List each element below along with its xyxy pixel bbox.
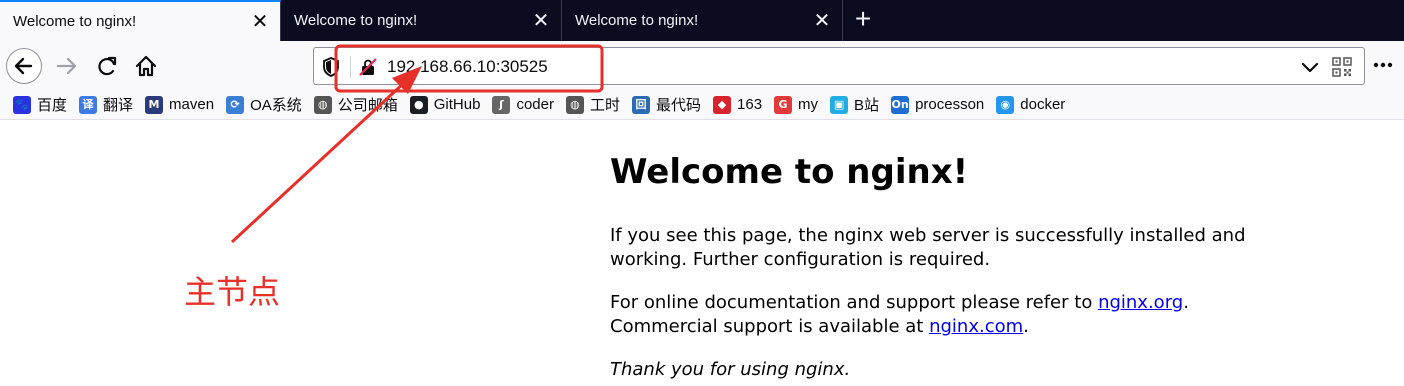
chevron-down-icon[interactable] <box>1300 57 1320 77</box>
bookmark-maven[interactable]: Mmaven <box>145 93 214 117</box>
nginx-com-link[interactable]: nginx.com <box>929 316 1023 337</box>
bookmark-github[interactable]: ● GitHub <box>409 93 481 117</box>
globe-icon: ◍ <box>565 95 584 114</box>
github-icon: ● <box>409 95 428 114</box>
intro-paragraph: If you see this page, the nginx web serv… <box>610 225 1246 270</box>
bookmark-oa[interactable]: ⟳ OA系统 <box>226 93 302 117</box>
navigation-toolbar: 192.168.66.10:30525 <box>0 41 1404 90</box>
new-tab-button[interactable]: + <box>843 0 883 41</box>
bookmark-label: docker <box>1020 96 1066 113</box>
thanks-text: Thank you for using nginx. <box>610 359 851 380</box>
url-text[interactable]: 192.168.66.10:30525 <box>387 56 548 78</box>
translate-icon: 译 <box>79 95 98 114</box>
bookmark-globe[interactable]: ◍ 工时 <box>565 93 620 117</box>
coder-icon: ʃ <box>492 95 511 114</box>
globe-icon: ◍ <box>313 95 332 114</box>
page-heading: Welcome to nginx! <box>610 152 969 192</box>
oa-icon: ⟳ <box>226 95 245 114</box>
bookmark-bilibili[interactable]: ▣ B站 <box>830 93 879 117</box>
bookmark-label: coder <box>516 96 554 113</box>
tab-1[interactable]: Welcome to nginx! ✕ <box>0 0 281 41</box>
bookmark-label: OA系统 <box>250 97 302 114</box>
bookmark-label: 百度 <box>37 97 68 114</box>
insecure-lock-icon[interactable] <box>358 57 378 77</box>
more-actions-icon[interactable] <box>1370 54 1396 76</box>
bookmark-my[interactable]: Gmy <box>774 93 818 117</box>
tracking-shield-icon[interactable] <box>322 57 340 77</box>
arrow-right-icon <box>56 57 77 75</box>
docs-paragraph: For online documentation and support ple… <box>610 291 1250 339</box>
qr-code-icon[interactable] <box>1332 57 1352 77</box>
commercial-text: Commercial support is available at <box>610 316 930 337</box>
processon-icon: On <box>891 95 910 114</box>
baidu-icon: 🐾 <box>13 95 31 114</box>
tab-2[interactable]: Welcome to nginx! ✕ <box>281 0 562 41</box>
bookmark-label: B站 <box>854 97 880 114</box>
bookmark-docker[interactable]: ◉ docker <box>996 93 1065 117</box>
docs-period: . <box>1183 292 1189 313</box>
bookmark-label: 163 <box>737 96 763 113</box>
bookmark-label: my <box>798 96 819 113</box>
bookmark-label: GitHub <box>433 96 481 113</box>
bookmark-label: maven <box>169 96 215 113</box>
nginx-org-link[interactable]: nginx.org <box>1098 292 1183 313</box>
home-button[interactable] <box>132 52 160 80</box>
bookmark-zuidaima[interactable]: 回最代码 <box>632 93 701 117</box>
commercial-period: . <box>1023 316 1029 337</box>
zuidaima-icon: 回 <box>632 95 650 114</box>
docker-icon: ◉ <box>996 95 1015 114</box>
bookmark-label: 翻译 <box>103 97 134 114</box>
bookmark-netease[interactable]: ◆ 163 <box>713 93 762 117</box>
maven-icon: M <box>145 95 164 114</box>
bookmark-label: 最代码 <box>656 97 702 114</box>
bookmark-processon[interactable]: On processon <box>891 93 984 117</box>
bookmark-label: 公司邮箱 <box>337 97 398 114</box>
arrow-left-icon <box>14 57 33 75</box>
bookmark-globe[interactable]: ◍ 公司邮箱 <box>313 93 398 117</box>
netease-icon: ◆ <box>713 95 732 114</box>
bookmark-label: processon <box>915 96 985 113</box>
my-icon: G <box>774 95 793 114</box>
tab-strip: Welcome to nginx! ✕ Welcome to nginx! ✕ … <box>0 0 1404 41</box>
tab-title: Welcome to nginx! <box>13 13 137 30</box>
reload-icon <box>98 56 117 76</box>
annotation-label: 主节点 <box>184 273 281 311</box>
bilibili-icon: ▣ <box>830 95 849 114</box>
url-bar[interactable]: 192.168.66.10:30525 <box>313 47 1365 85</box>
tab-3[interactable]: Welcome to nginx! ✕ <box>562 0 843 41</box>
bookmark-coder[interactable]: ʃ coder <box>492 93 554 117</box>
url-separator <box>350 56 351 78</box>
bookmark-baidu[interactable]: 🐾 百度 <box>13 93 67 117</box>
back-button[interactable] <box>6 48 42 84</box>
tab-title: Welcome to nginx! <box>294 12 418 29</box>
close-tab-icon[interactable]: ✕ <box>811 10 833 32</box>
forward-button[interactable] <box>53 52 81 80</box>
docs-text: For online documentation and support ple… <box>610 292 1099 313</box>
bookmark-translate[interactable]: 译翻译 <box>79 93 133 117</box>
home-icon <box>135 55 157 77</box>
bookmark-label: 工时 <box>589 97 620 114</box>
close-tab-icon[interactable]: ✕ <box>249 11 271 33</box>
bookmarks-toolbar: 🐾 百度译翻译 Mmaven ⟳ OA系统 ◍ 公司邮箱 ● GitHub ʃ coder ◍ 工时回最… <box>0 90 1404 120</box>
reload-button[interactable] <box>93 52 121 80</box>
close-tab-icon[interactable]: ✕ <box>530 10 552 32</box>
tab-title: Welcome to nginx! <box>575 12 699 29</box>
page-content: Welcome to nginx! If you see this page, … <box>610 150 1250 386</box>
